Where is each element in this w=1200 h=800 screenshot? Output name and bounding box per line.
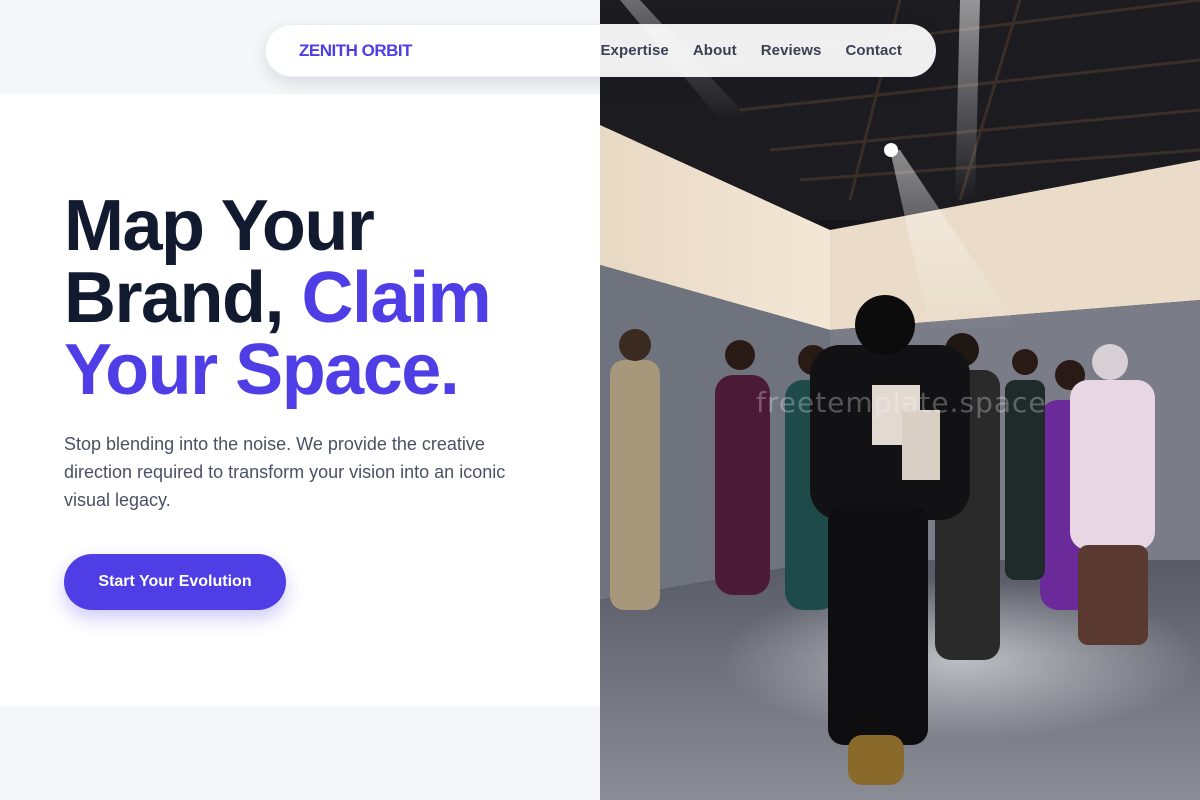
hero-title-line2: Brand, — [64, 258, 285, 338]
page: freetemplate.space ZENITH ORBIT Expertis… — [0, 0, 1200, 800]
brand-logo[interactable]: ZENITH ORBIT — [299, 41, 413, 61]
navbar: ZENITH ORBIT Expertise About Reviews Con… — [265, 24, 936, 77]
hero-subtitle: Stop blending into the noise. We provide… — [64, 434, 506, 510]
nav-link-expertise[interactable]: Expertise — [600, 42, 668, 59]
hero-photo: freetemplate.space — [600, 0, 1200, 800]
nav-link-contact[interactable]: Contact — [845, 42, 902, 59]
nav-link-about[interactable]: About — [693, 42, 737, 59]
left-background-bottom — [0, 706, 600, 800]
hero-title-accent1: Claim — [301, 258, 492, 338]
start-evolution-button[interactable]: Start Your Evolution — [64, 554, 286, 610]
hero-title-accent2: Your Space. — [64, 330, 460, 410]
nav-link-reviews[interactable]: Reviews — [761, 42, 822, 59]
hero-title: Map Your Brand, Claim Your Space. — [64, 190, 584, 406]
watermark-text: freetemplate.space — [756, 386, 1047, 419]
nav-links: Expertise About Reviews Contact — [600, 42, 902, 59]
hero-title-line1: Map Your — [64, 186, 375, 266]
